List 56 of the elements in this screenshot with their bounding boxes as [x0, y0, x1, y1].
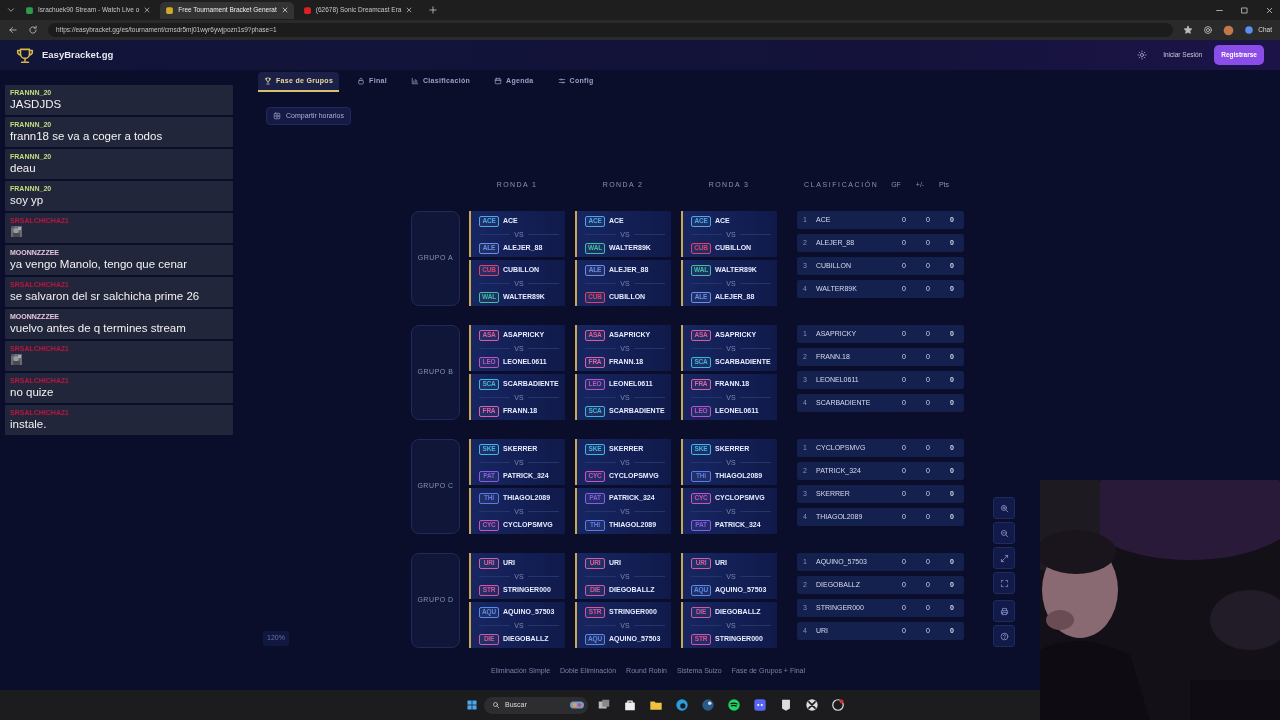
chat-text: instale. — [10, 417, 48, 431]
close-icon[interactable] — [280, 6, 289, 14]
favicon-icon — [302, 5, 312, 15]
search-highlight-icon — [570, 699, 584, 711]
browser-icon[interactable] — [675, 698, 689, 712]
brand-name: EasyBracket.gg — [42, 47, 114, 62]
game-client-icon[interactable] — [831, 698, 845, 712]
chat-text: frann18 se va a coger a todos — [10, 129, 164, 143]
profile-avatar-icon[interactable] — [1223, 24, 1235, 36]
xbox-icon[interactable] — [805, 698, 819, 712]
copilot-icon — [1244, 25, 1255, 35]
new-tab-icon[interactable] — [428, 5, 439, 15]
chat-text: vuelvo antes de q termines stream — [10, 321, 187, 335]
trophy-icon — [264, 77, 272, 85]
logo-icon — [14, 46, 36, 64]
close-icon[interactable] — [405, 6, 414, 14]
zoom-out-icon — [999, 528, 1009, 538]
chat-text: ya vengo Manolo, tengo que cenar — [10, 257, 189, 271]
chat-app-icon[interactable] — [753, 698, 767, 712]
back-icon[interactable] — [8, 25, 18, 35]
chat-text: se salvaron del sr salchicha prime 26 — [10, 289, 201, 303]
store-icon[interactable] — [623, 698, 637, 712]
zoom-control-button[interactable] — [993, 625, 1015, 647]
chat-text: no quize — [10, 385, 55, 399]
image-icon — [273, 112, 281, 120]
zoom-control-button[interactable] — [993, 572, 1015, 594]
fit-screen-icon — [999, 578, 1009, 588]
reload-icon[interactable] — [28, 25, 38, 35]
tab-menu-icon[interactable] — [6, 5, 16, 15]
game-launcher-icon[interactable] — [779, 698, 793, 712]
bar-chart-icon — [410, 77, 419, 85]
chat-text: JASDJDS — [10, 97, 63, 111]
favicon-icon — [165, 5, 175, 15]
help-icon — [999, 631, 1009, 641]
calendar-icon — [494, 77, 503, 85]
start-icon[interactable] — [466, 699, 478, 711]
search-icon — [492, 701, 500, 709]
theme-toggle-icon[interactable] — [1137, 50, 1148, 60]
expand-icon — [999, 553, 1009, 563]
zoom-control-button[interactable] — [993, 522, 1015, 544]
favicon-icon — [25, 5, 34, 15]
lock-icon — [357, 77, 366, 85]
favorite-star-icon[interactable] — [1183, 25, 1194, 35]
zoom-control-button[interactable] — [993, 497, 1015, 519]
print-icon — [999, 606, 1009, 616]
zoom-in-icon — [999, 503, 1009, 513]
task-view-icon[interactable] — [597, 698, 611, 712]
chat-text: deau — [10, 161, 37, 175]
close-icon[interactable] — [143, 6, 152, 14]
sliders-icon — [557, 77, 566, 85]
maximize-icon[interactable] — [1240, 5, 1249, 15]
zoom-control-button[interactable] — [993, 600, 1015, 622]
music-app-icon[interactable] — [727, 698, 741, 712]
zoom-control-button[interactable] — [993, 547, 1015, 569]
chat-text: soy yp — [10, 193, 45, 207]
close-icon[interactable] — [1265, 5, 1274, 15]
